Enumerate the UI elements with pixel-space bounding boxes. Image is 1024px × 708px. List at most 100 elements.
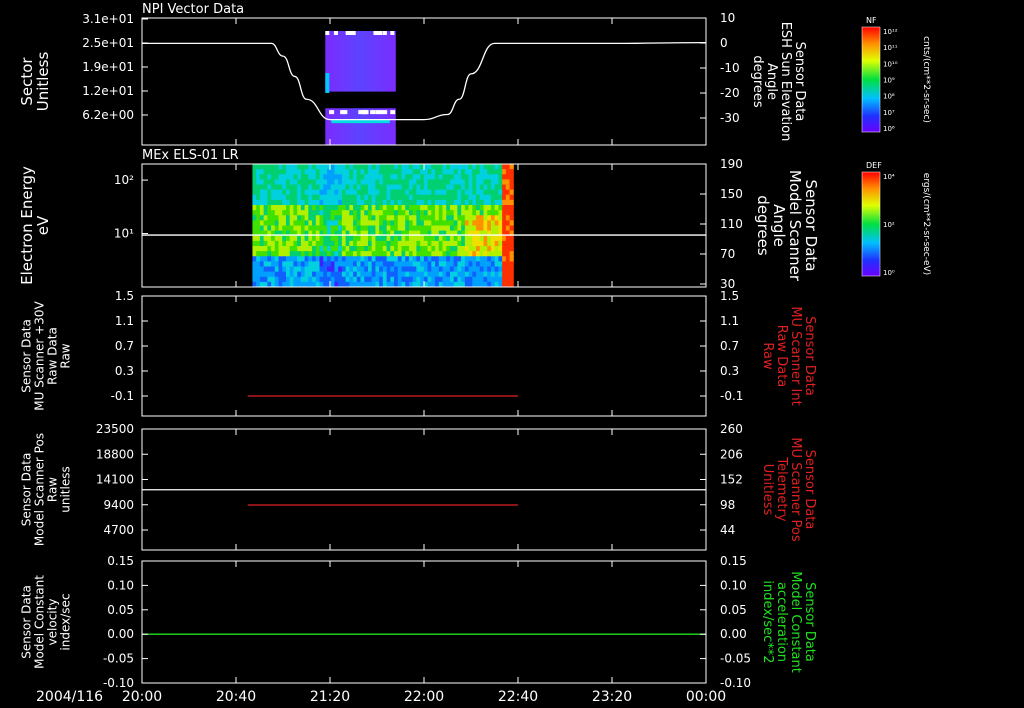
- els-heatmap-cell: [431, 184, 436, 191]
- els-heatmap-cell: [509, 184, 514, 191]
- npi-spectrogram-speck: [325, 31, 330, 35]
- els-heatmap-cell: [285, 169, 291, 175]
- right-tick-label: 0.7: [720, 339, 739, 353]
- els-heatmap-cell: [367, 179, 373, 185]
- els-heatmap-cell: [271, 194, 276, 201]
- els-heatmap-cell: [293, 240, 298, 247]
- els-heatmap-cell: [479, 199, 484, 206]
- els-heatmap-cell: [360, 256, 365, 262]
- els-heatmap-cell: [457, 266, 462, 273]
- panel-frame: [141, 560, 707, 684]
- time-tick-label: 20:00: [122, 689, 162, 705]
- els-heatmap-cell: [345, 261, 350, 267]
- els-heatmap-cell: [408, 174, 414, 180]
- colorbar-tick-label: 10¹¹: [883, 44, 898, 52]
- els-heatmap-cell: [382, 164, 388, 170]
- left-tick-label: 1.5: [115, 289, 134, 303]
- els-heatmap-cell: [274, 220, 280, 226]
- els-heatmap-cell: [416, 210, 421, 216]
- els-heatmap-cell: [498, 261, 503, 267]
- els-heatmap-cell: [271, 169, 276, 175]
- els-heatmap-cell: [323, 266, 328, 273]
- els-heatmap-cell: [416, 169, 421, 175]
- els-heatmap-cell: [367, 246, 373, 252]
- els-heatmap-cell: [390, 276, 395, 283]
- els-heatmap-cell: [297, 164, 302, 170]
- els-heatmap-cell: [442, 276, 447, 283]
- els-heatmap-cell: [282, 184, 287, 191]
- els-heatmap-cell: [446, 246, 451, 252]
- els-heatmap-cell: [394, 220, 399, 226]
- els-heatmap-cell: [323, 184, 328, 191]
- els-heatmap-cell: [435, 164, 440, 170]
- els-heatmap-cell: [326, 276, 332, 283]
- els-heatmap-cell: [416, 164, 421, 170]
- els-heatmap-cell: [498, 184, 503, 191]
- els-heatmap-cell: [431, 215, 436, 221]
- els-heatmap-cell: [282, 266, 287, 273]
- els-heatmap-cell: [509, 210, 514, 216]
- els-heatmap-cell: [502, 240, 507, 247]
- els-heatmap-cell: [326, 235, 332, 242]
- npi-spectrogram-band: [331, 120, 390, 124]
- els-heatmap-cell: [274, 266, 280, 273]
- els-heatmap-cell: [263, 169, 268, 175]
- els-heatmap-cell: [323, 210, 328, 216]
- els-heatmap-cell: [502, 261, 507, 267]
- els-heatmap-cell: [345, 266, 350, 273]
- els-heatmap-cell: [285, 240, 291, 247]
- els-heatmap-cell: [442, 251, 447, 257]
- els-heatmap-cell: [408, 215, 414, 221]
- els-heatmap-cell: [267, 266, 272, 273]
- els-heatmap-cell: [446, 261, 451, 267]
- npi-spectrogram-speck: [342, 110, 348, 115]
- els-heatmap-cell: [371, 261, 376, 267]
- els-heatmap-cell: [360, 205, 365, 211]
- els-heatmap-cell: [356, 251, 362, 257]
- els-heatmap-cell: [341, 220, 347, 226]
- els-heatmap-cell: [509, 276, 514, 283]
- els-heatmap-cell: [364, 215, 369, 221]
- els-heatmap-cell: [427, 251, 432, 257]
- time-tick-label: 22:40: [498, 689, 538, 705]
- els-heatmap-cell: [252, 169, 257, 175]
- els-heatmap-cell: [464, 256, 470, 262]
- els-heatmap-cell: [479, 184, 484, 191]
- els-heatmap-cell: [487, 179, 492, 185]
- els-heatmap-cell: [438, 225, 443, 232]
- els-heatmap-cell: [289, 215, 294, 221]
- els-heatmap-cell: [446, 225, 451, 232]
- els-heatmap-cell: [427, 164, 432, 170]
- els-heatmap-cell: [356, 199, 362, 206]
- els-heatmap-cell: [304, 210, 309, 216]
- els-heatmap-cell: [476, 174, 481, 180]
- els-heatmap-cell: [267, 205, 272, 211]
- els-heatmap-cell: [356, 215, 362, 221]
- els-heatmap-cell: [420, 266, 425, 273]
- els-heatmap-cell: [345, 271, 350, 278]
- els-heatmap-cell: [412, 220, 417, 226]
- els-heatmap-cell: [330, 189, 335, 196]
- right-axis-label: Unitless: [760, 464, 775, 516]
- els-heatmap-cell: [341, 210, 347, 216]
- els-heatmap-cell: [349, 215, 354, 221]
- npi-spectrogram-speck: [329, 110, 335, 115]
- els-heatmap-cell: [356, 246, 362, 252]
- els-heatmap-cell: [494, 189, 499, 196]
- els-heatmap-cell: [427, 199, 432, 206]
- els-heatmap-cell: [487, 189, 492, 196]
- els-heatmap-cell: [446, 174, 451, 180]
- els-heatmap-cell: [300, 276, 306, 283]
- els-heatmap-cell: [293, 215, 298, 221]
- els-heatmap-cell: [397, 210, 403, 216]
- els-heatmap-cell: [271, 261, 276, 267]
- els-heatmap-cell: [319, 235, 324, 242]
- els-heatmap-cell: [360, 169, 365, 175]
- els-heatmap-cell: [353, 189, 358, 196]
- els-heatmap-cell: [476, 225, 481, 232]
- npi-spectrogram-speck: [375, 110, 381, 115]
- els-heatmap-cell: [271, 184, 276, 191]
- els-heatmap-cell: [341, 194, 347, 201]
- els-heatmap-cell: [457, 210, 462, 216]
- els-heatmap-cell: [483, 246, 488, 252]
